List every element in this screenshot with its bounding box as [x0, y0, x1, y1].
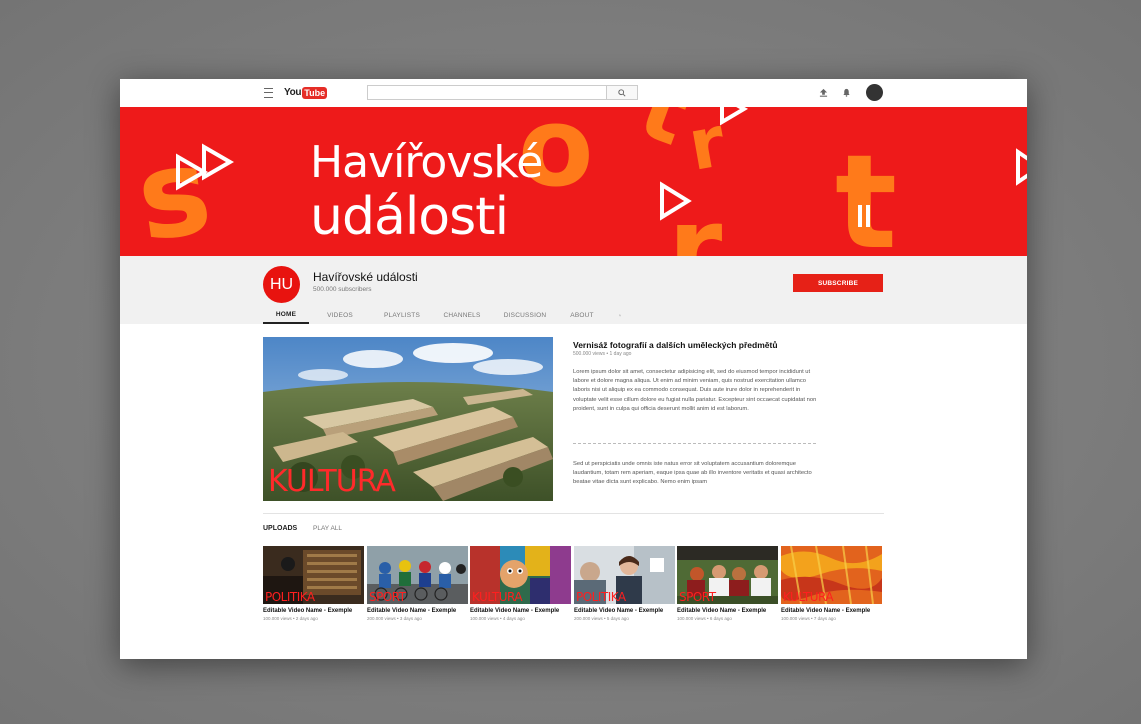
tab-discussion[interactable]: DISCUSSION — [491, 306, 559, 324]
video-category-label: KULTURA — [783, 590, 834, 604]
featured-video-description: Lorem ipsum dolor sit amet, consectetur … — [573, 369, 817, 412]
video-thumbnail[interactable]: SPORT — [367, 546, 468, 604]
user-avatar[interactable] — [866, 84, 883, 101]
video-meta: 100.000 views • 7 days ago — [781, 616, 836, 621]
video-thumbnail[interactable]: POLITIKA — [574, 546, 675, 604]
tab-channels[interactable]: CHANNELS — [433, 306, 491, 324]
logo-you-text: You — [284, 87, 302, 98]
channel-name: Havířovské události — [313, 270, 418, 284]
subscribe-button[interactable]: SUBSCRIBE — [793, 274, 883, 292]
banner-title-line-2: události — [310, 187, 509, 247]
channel-tabs: HOME VIDEOS PLAYLISTS CHANNELS DISCUSSIO… — [263, 306, 635, 324]
channel-banner: s o t r r t Havířovské události — [120, 107, 1027, 256]
play-all-button[interactable]: PLAY ALL — [313, 525, 342, 532]
video-meta: 100.000 views • 4 days ago — [470, 616, 525, 621]
video-meta: 100.000 views • 2 days ago — [263, 616, 318, 621]
video-card[interactable]: SPORT Editable Video Name - Exemple 100.… — [677, 546, 778, 621]
video-title[interactable]: Editable Video Name - Exemple — [574, 608, 675, 614]
section-divider — [263, 513, 884, 514]
tab-about[interactable]: ABOUT — [559, 306, 605, 324]
upload-icon[interactable] — [818, 87, 829, 98]
video-card[interactable]: POLITIKA Editable Video Name - Exemple 1… — [263, 546, 364, 621]
video-card[interactable]: SPORT Editable Video Name - Exemple 200.… — [367, 546, 468, 621]
video-category-label: POLITIKA — [576, 590, 626, 604]
video-title[interactable]: Editable Video Name - Exemple — [263, 608, 364, 614]
video-card[interactable]: KULTURA Editable Video Name - Exemple 10… — [470, 546, 571, 621]
channel-logo[interactable]: HU — [263, 266, 300, 303]
tab-videos[interactable]: VIDEOS — [309, 306, 371, 324]
subscriber-count: 500.000 subscribers — [313, 286, 372, 293]
video-title[interactable]: Editable Video Name - Exemple — [367, 608, 468, 614]
logo-tube-text: Tube — [302, 86, 328, 99]
video-meta: 200.000 views • 3 days ago — [367, 616, 422, 621]
svg-text:s: s — [129, 121, 219, 256]
channel-search-icon[interactable] — [605, 306, 635, 324]
featured-video-thumbnail[interactable]: KULTURA — [263, 337, 553, 501]
search-button[interactable] — [607, 85, 638, 100]
youtube-logo[interactable]: You Tube — [284, 86, 328, 99]
featured-video-meta: 500.000 views • 1 day ago — [573, 351, 632, 357]
channel-header: HU Havířovské události 500.000 subscribe… — [120, 256, 1027, 324]
featured-category-label: KULTURA — [268, 464, 396, 499]
banner-title-line-1: Havířovské — [310, 137, 543, 188]
featured-video-title[interactable]: Vernisáž fotografií a dalších uměleckých… — [573, 340, 778, 350]
hamburger-menu-icon[interactable] — [264, 88, 273, 98]
notifications-bell-icon[interactable] — [841, 87, 852, 98]
video-thumbnail[interactable]: KULTURA — [781, 546, 882, 604]
video-thumbnail[interactable]: POLITIKA — [263, 546, 364, 604]
video-title[interactable]: Editable Video Name - Exemple — [781, 608, 882, 614]
video-title[interactable]: Editable Video Name - Exemple — [677, 608, 778, 614]
top-bar: You Tube — [120, 79, 1027, 107]
featured-video-description-continued: Sed ut perspiciatis unde omnis iste natu… — [573, 461, 812, 486]
search-icon — [618, 88, 626, 97]
youtube-channel-page: You Tube s o t r r t Havířovské události… — [120, 79, 1027, 659]
uploads-heading[interactable]: UPLOADS — [263, 525, 297, 532]
video-card[interactable]: KULTURA Editable Video Name - Exemple 10… — [781, 546, 882, 621]
video-thumbnail[interactable]: SPORT — [677, 546, 778, 604]
video-title[interactable]: Editable Video Name - Exemple — [470, 608, 571, 614]
video-category-label: KULTURA — [472, 590, 523, 604]
description-divider — [573, 443, 816, 444]
video-card[interactable]: POLITIKA Editable Video Name - Exemple 2… — [574, 546, 675, 621]
video-category-label: SPORT — [369, 590, 406, 604]
banner-decoration: s o t r r t — [129, 107, 1027, 256]
video-category-label: POLITIKA — [265, 590, 315, 604]
video-meta: 200.000 views • 5 days ago — [574, 616, 629, 621]
svg-text:t: t — [835, 126, 897, 256]
tab-home[interactable]: HOME — [263, 306, 309, 324]
video-meta: 100.000 views • 6 days ago — [677, 616, 732, 621]
video-thumbnail[interactable]: KULTURA — [470, 546, 571, 604]
tab-playlists[interactable]: PLAYLISTS — [371, 306, 433, 324]
search-input[interactable] — [367, 85, 607, 100]
video-category-label: SPORT — [679, 590, 716, 604]
